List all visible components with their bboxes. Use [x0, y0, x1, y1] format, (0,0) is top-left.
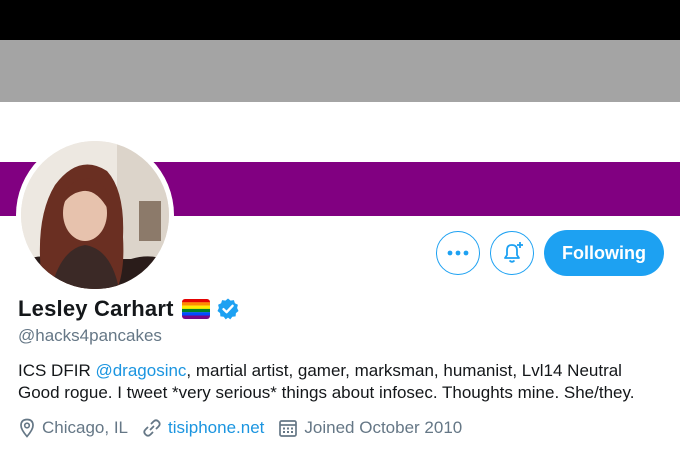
profile-bio: ICS DFIR @dragosinc, martial artist, gam…	[18, 360, 668, 404]
banner-stripe-gray	[0, 40, 680, 102]
location-pin-icon	[20, 418, 34, 438]
location-text: Chicago, IL	[42, 418, 128, 437]
bio-mention-link[interactable]: @dragosinc	[95, 361, 186, 380]
profile-handle: @hacks4pancakes	[18, 326, 162, 345]
meta-location: Chicago, IL	[18, 418, 128, 438]
calendar-icon	[279, 420, 298, 437]
profile-name: Lesley Carhart	[18, 296, 174, 321]
banner-stripe-black	[0, 0, 680, 40]
bell-plus-icon	[504, 242, 524, 263]
notifications-button[interactable]	[490, 231, 535, 275]
link-icon	[143, 419, 161, 437]
profile-name-row: Lesley Carhart	[18, 296, 240, 322]
verified-badge-icon	[217, 298, 239, 320]
more-button[interactable]	[436, 231, 481, 275]
meta-website: tisiphone.net	[142, 418, 264, 438]
joined-text: Joined October 2010	[304, 418, 463, 437]
website-link[interactable]: tisiphone.net	[168, 418, 264, 438]
more-icon	[447, 250, 469, 256]
following-button[interactable]: Following	[544, 230, 664, 276]
profile-actions: Following	[436, 230, 664, 276]
avatar[interactable]	[16, 136, 174, 294]
profile-meta: Chicago, IL tisiphone.net Joined October…	[18, 418, 476, 438]
rainbow-flag-icon	[181, 299, 210, 319]
bio-text-start: ICS DFIR	[18, 361, 96, 380]
avatar-photo	[21, 141, 169, 289]
meta-joined: Joined October 2010	[278, 418, 462, 438]
